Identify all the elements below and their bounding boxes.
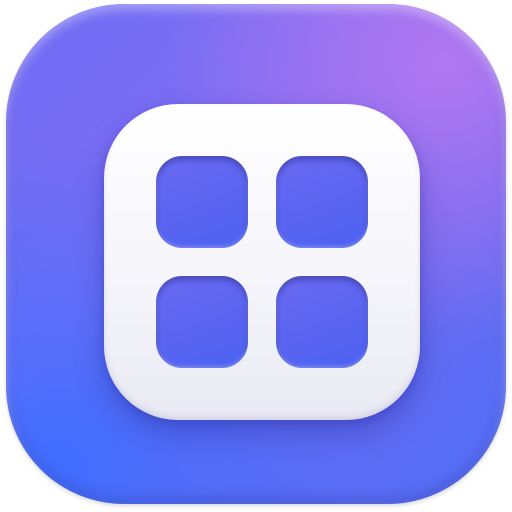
icon-canvas xyxy=(0,0,512,512)
grid-cell-bottom-right xyxy=(276,276,368,368)
grid-cell-top-left xyxy=(156,156,248,248)
app-icon-tile[interactable] xyxy=(6,4,506,504)
grid-icon xyxy=(104,104,420,420)
grid-cell-bottom-left xyxy=(156,276,248,368)
grid-cell-top-right xyxy=(276,156,368,248)
